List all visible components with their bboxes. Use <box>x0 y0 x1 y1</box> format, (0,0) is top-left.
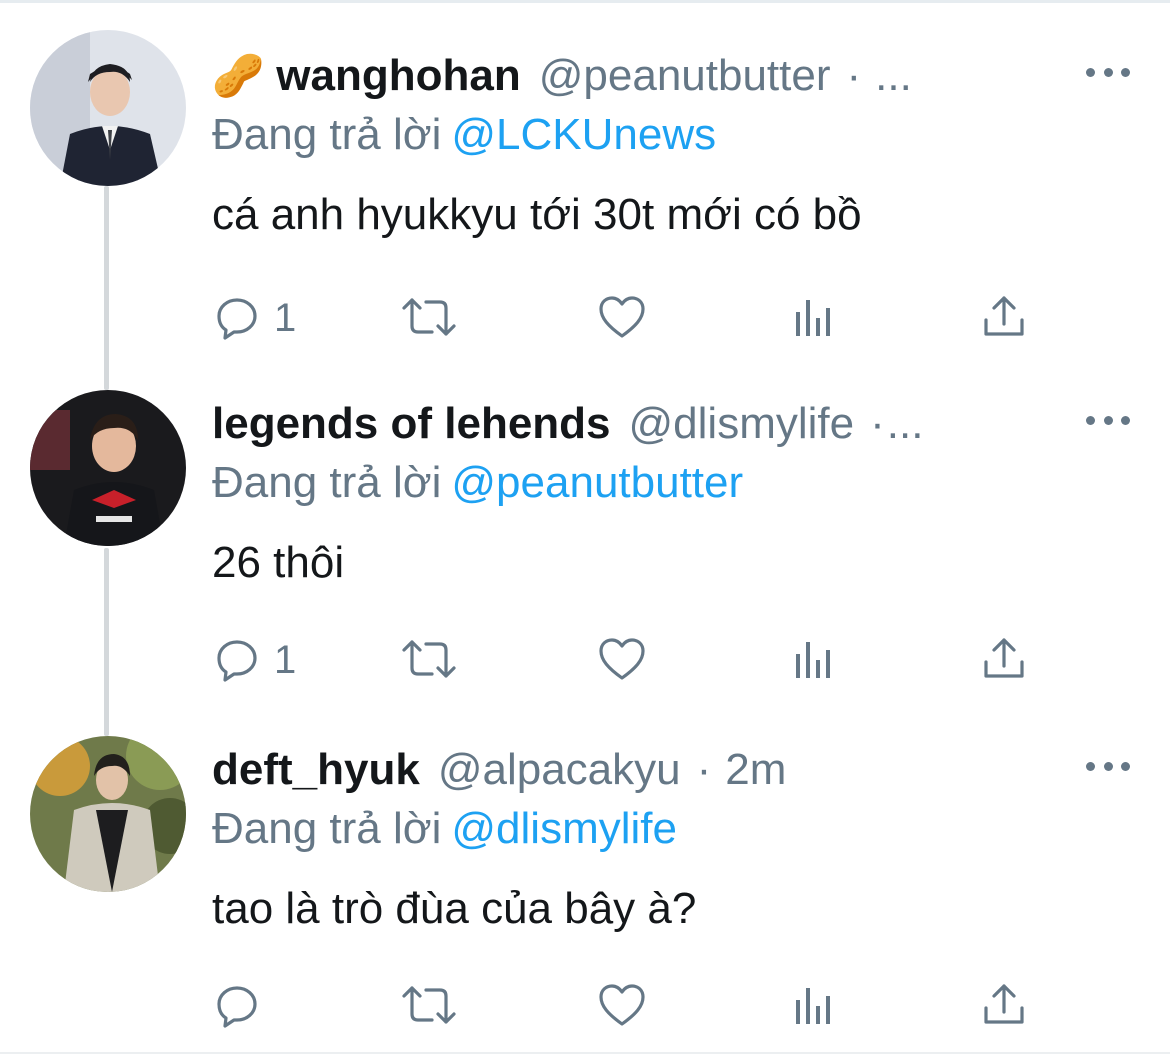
replying-to: Đang trả lời @LCKUnews <box>212 110 716 160</box>
reply-count: 1 <box>274 637 297 682</box>
tweet-text: 26 thôi <box>212 538 345 587</box>
like-button[interactable] <box>598 982 646 1028</box>
display-name[interactable]: deft_hyuk <box>212 745 420 795</box>
retweet-icon <box>402 640 456 678</box>
replying-to: Đang trả lời @dlismylife <box>212 804 677 854</box>
replying-to: Đang trả lời @peanutbutter <box>212 458 743 508</box>
reply-count: 1 <box>274 295 297 340</box>
top-divider <box>0 0 1170 3</box>
tweet-header: 🥜 wanghohan @peanutbutter · ... <box>212 46 1072 106</box>
analytics-button[interactable] <box>794 298 834 338</box>
replying-to-label: Đang trả lời <box>212 804 442 853</box>
retweet-button[interactable] <box>400 294 458 340</box>
more-icon[interactable] <box>1086 58 1130 86</box>
tweet-text: cá anh hyukkyu tới 30t mới có bồ <box>212 190 862 239</box>
share-button[interactable] <box>982 982 1026 1026</box>
separator-dot: · <box>870 399 885 448</box>
like-icon <box>599 638 645 680</box>
reply-icon <box>217 640 257 682</box>
retweet-button[interactable] <box>400 636 458 682</box>
separator-dot: · <box>696 745 712 794</box>
mention-link[interactable]: @LCKUnews <box>451 110 716 159</box>
bottom-divider <box>0 1052 1170 1054</box>
avatar[interactable] <box>30 736 186 892</box>
mention-link[interactable]: @peanutbutter <box>451 458 743 507</box>
tweet-text: tao là trò đùa của bây à? <box>212 884 697 933</box>
like-button[interactable] <box>598 636 646 682</box>
retweet-button[interactable] <box>400 982 458 1028</box>
truncation-ellipsis: ... <box>886 399 924 448</box>
like-icon <box>599 984 645 1026</box>
share-button[interactable] <box>982 636 1026 680</box>
share-icon <box>984 638 1024 678</box>
reply-button[interactable] <box>214 980 260 1032</box>
display-name[interactable]: wanghohan <box>276 51 520 101</box>
avatar[interactable] <box>30 30 186 186</box>
share-icon <box>984 296 1024 336</box>
user-handle[interactable]: @alpacakyu <box>438 745 681 795</box>
avatar[interactable] <box>30 390 186 546</box>
more-icon[interactable] <box>1086 752 1130 780</box>
reply-icon <box>217 298 257 340</box>
share-button[interactable] <box>982 294 1026 338</box>
share-icon <box>984 984 1024 1024</box>
analytics-button[interactable] <box>794 640 834 680</box>
reply-button[interactable]: 1 <box>214 292 296 344</box>
truncation-ellipsis: ... <box>875 51 912 100</box>
more-icon[interactable] <box>1086 406 1130 434</box>
display-name[interactable]: legends of lehends <box>212 399 611 449</box>
analytics-button[interactable] <box>794 986 834 1026</box>
user-handle[interactable]: @dlismylife <box>629 399 855 449</box>
user-handle[interactable]: @peanutbutter <box>539 51 831 101</box>
timestamp[interactable]: 2m <box>725 745 786 795</box>
tweet-header: deft_hyuk @alpacakyu · 2m <box>212 740 1072 800</box>
tweet-header: legends of lehends @dlismylife · ... <box>212 394 1072 454</box>
retweet-icon <box>402 298 456 336</box>
like-icon <box>599 296 645 338</box>
retweet-icon <box>402 986 456 1024</box>
reply-icon <box>217 986 257 1028</box>
mention-link[interactable]: @dlismylife <box>451 804 677 853</box>
like-button[interactable] <box>598 294 646 340</box>
replying-to-label: Đang trả lời <box>212 458 442 507</box>
analytics-icon <box>796 300 830 336</box>
analytics-icon <box>796 988 830 1024</box>
separator-dot: · <box>846 51 862 100</box>
peanut-emoji: 🥜 <box>212 52 265 99</box>
reply-button[interactable]: 1 <box>214 634 296 686</box>
analytics-icon <box>796 642 830 678</box>
replying-to-label: Đang trả lời <box>212 110 442 159</box>
